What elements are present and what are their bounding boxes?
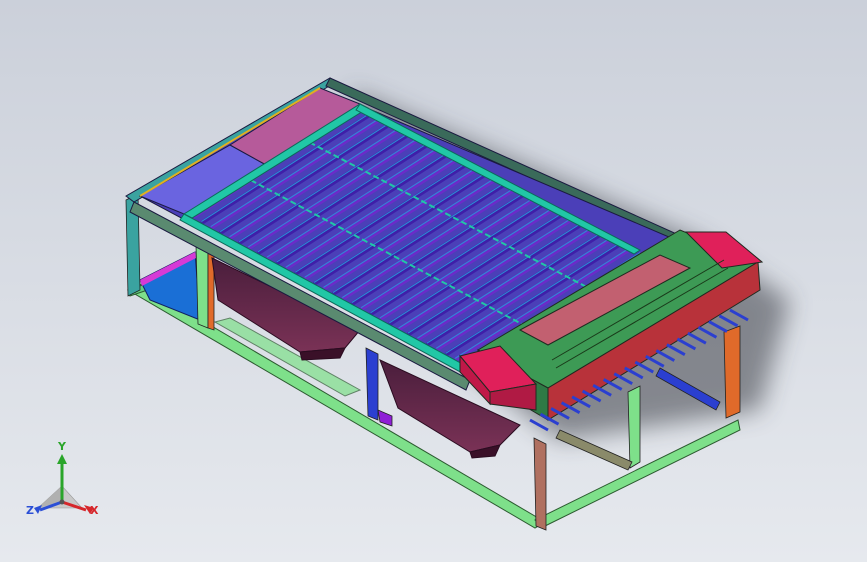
y-axis-arrow [57, 454, 67, 464]
cad-viewport[interactable]: Y X Z [0, 0, 867, 562]
conveyor-assembly-model[interactable] [0, 0, 867, 562]
z-axis-label: Z [26, 504, 34, 517]
coordinate-triad: Y X Z [24, 440, 104, 526]
x-axis-label: X [90, 504, 99, 517]
y-axis-label: Y [58, 440, 66, 453]
